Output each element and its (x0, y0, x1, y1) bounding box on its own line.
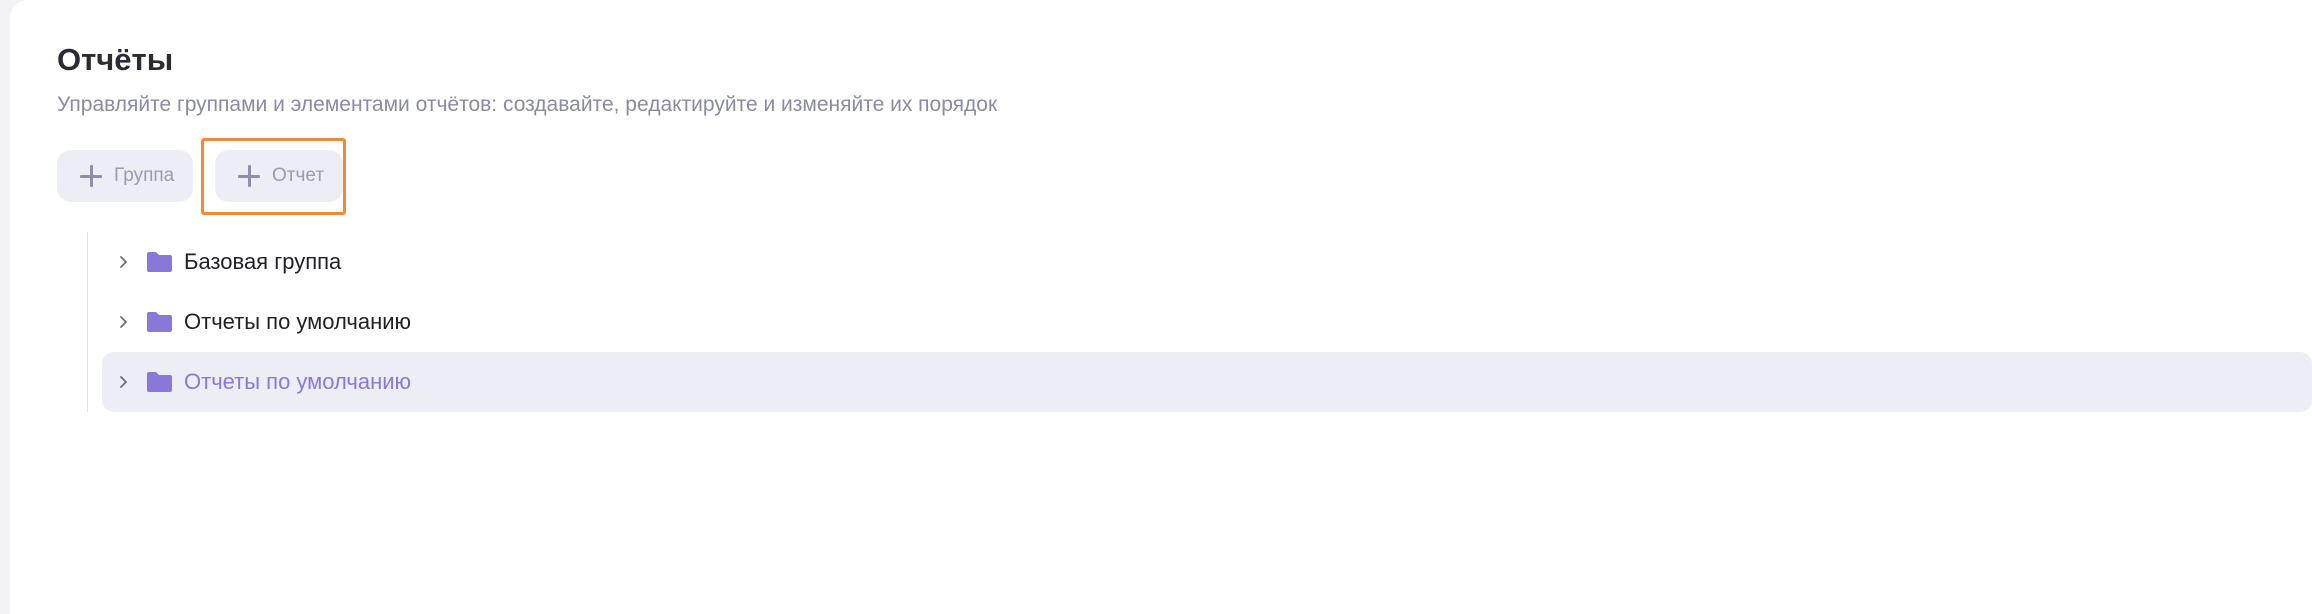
tree-guide-line (87, 232, 88, 412)
reports-panel: Отчёты Управляйте группами и элементами … (10, 0, 2312, 614)
chevron-right-icon[interactable] (116, 255, 130, 269)
chevron-right-icon[interactable] (116, 315, 130, 329)
folder-icon (146, 251, 173, 273)
page-subtitle: Управляйте группами и элементами отчётов… (57, 93, 998, 116)
folder-icon (146, 311, 173, 333)
tree-item-default-reports[interactable]: Отчеты по умолчанию (102, 292, 2312, 352)
add-report-button-label: Отчет (272, 165, 325, 186)
add-report-button[interactable]: Отчет (215, 150, 343, 202)
tree-item-label: Отчеты по умолчанию (184, 369, 412, 394)
chevron-right-icon[interactable] (116, 375, 130, 389)
tree-item-label: Отчеты по умолчанию (184, 309, 412, 334)
plus-icon (80, 165, 102, 187)
tree-item-default-reports-selected[interactable]: Отчеты по умолчанию (102, 352, 2312, 412)
tree-item-base-group[interactable]: Базовая группа (102, 232, 2312, 292)
tree-item-label: Базовая группа (184, 249, 342, 274)
page-title: Отчёты (57, 42, 174, 77)
folder-icon (146, 371, 173, 393)
add-group-button[interactable]: Группа (57, 150, 193, 202)
add-group-button-label: Группа (114, 165, 175, 186)
plus-icon (238, 165, 260, 187)
